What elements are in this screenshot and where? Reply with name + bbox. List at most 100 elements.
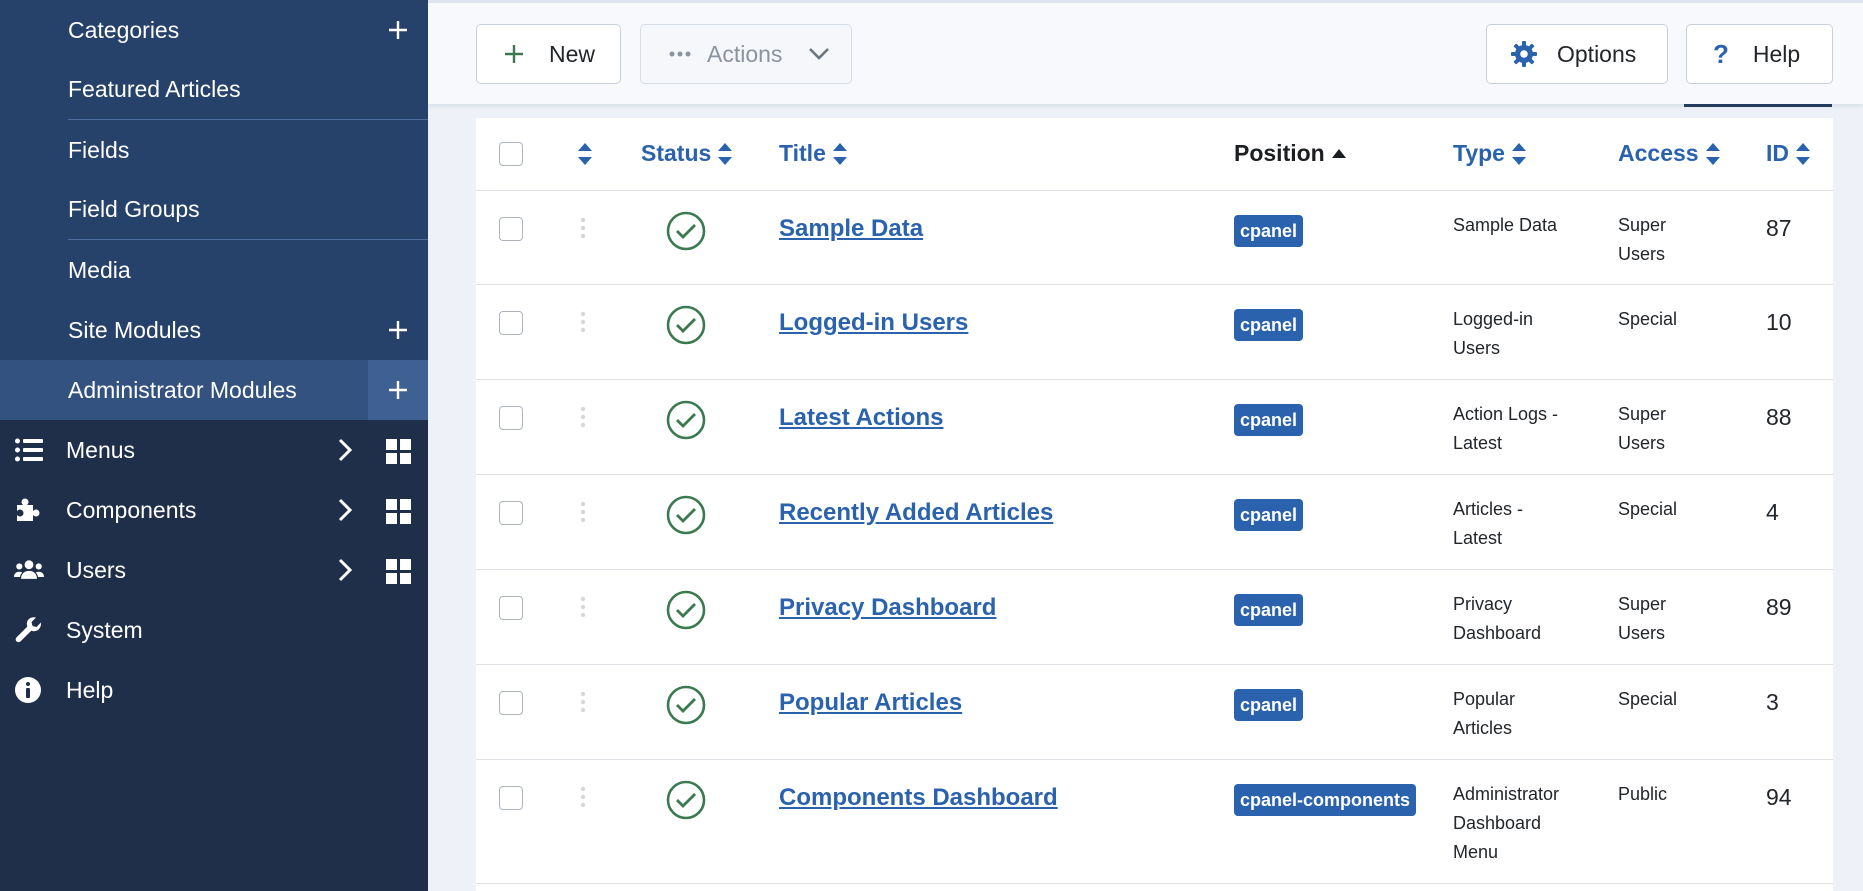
chevron-right-icon[interactable] <box>334 436 356 464</box>
select-all-checkbox[interactable] <box>499 142 523 166</box>
sidebar-item-media[interactable]: Media <box>0 240 428 300</box>
actions-dropdown[interactable]: Actions <box>640 24 852 84</box>
module-title-link[interactable]: Sample Data <box>779 215 923 243</box>
type-column-header[interactable]: Type <box>1453 140 1527 167</box>
access-column-header[interactable]: Access <box>1618 140 1721 167</box>
help-button[interactable]: ? Help <box>1686 24 1833 84</box>
sidebar-item-components[interactable]: Components <box>0 480 428 540</box>
id-header-label: ID <box>1766 140 1789 166</box>
table-row: Components Dashboard cpanel-components A… <box>476 760 1833 884</box>
published-check-icon[interactable] <box>666 211 706 251</box>
row-checkbox[interactable] <box>499 311 523 335</box>
content-submenu: Categories Featured Articles Fields Fiel… <box>0 0 428 420</box>
sidebar-item-site-modules[interactable]: Site Modules <box>0 300 428 360</box>
module-title-link[interactable]: Components Dashboard <box>779 784 1058 812</box>
dashboard-grid-icon[interactable] <box>386 439 412 465</box>
users-icon <box>14 555 48 585</box>
drag-handle-icon[interactable] <box>579 786 587 808</box>
type-header-label: Type <box>1453 140 1505 166</box>
sidebar-item-label: Menus <box>66 436 136 463</box>
drag-handle-icon[interactable] <box>579 311 587 333</box>
drag-handle-icon[interactable] <box>579 406 587 428</box>
title-column-header[interactable]: Title <box>779 140 848 167</box>
chevron-right-icon[interactable] <box>334 496 356 524</box>
status-column-header[interactable]: Status <box>641 140 733 167</box>
row-checkbox[interactable] <box>499 217 523 241</box>
id-column-header[interactable]: ID <box>1766 140 1811 167</box>
module-type: Sample Data <box>1453 211 1583 240</box>
table-row: Popular Articles cpanel Popular Articles … <box>476 665 1833 760</box>
sidebar-item-categories[interactable]: Categories <box>0 0 428 60</box>
question-icon: ? <box>1713 38 1729 69</box>
sort-icon <box>1705 142 1720 165</box>
dashboard-grid-icon[interactable] <box>386 559 412 585</box>
module-title-link[interactable]: Latest Actions <box>779 404 943 432</box>
published-check-icon[interactable] <box>666 590 706 630</box>
sort-icon <box>718 142 733 165</box>
access-line: Public <box>1618 784 1668 804</box>
add-category-icon[interactable] <box>368 0 428 60</box>
new-button[interactable]: New <box>476 24 621 84</box>
type-line: Action Logs - <box>1453 404 1559 424</box>
position-header-label: Position <box>1234 140 1325 166</box>
row-checkbox[interactable] <box>499 501 523 525</box>
published-check-icon[interactable] <box>666 305 706 345</box>
sidebar-item-label: Components <box>66 496 197 523</box>
sidebar-item-users[interactable]: Users <box>0 540 428 600</box>
module-type: Logged-in Users <box>1453 305 1583 363</box>
module-access: Special <box>1618 495 1718 524</box>
position-column-header[interactable]: Position <box>1234 140 1347 167</box>
ordering-sort-icon[interactable] <box>577 142 593 166</box>
module-type: Administrator Dashboard Menu <box>1453 780 1583 867</box>
access-line: Special <box>1618 309 1678 329</box>
position-badge: cpanel <box>1234 594 1304 626</box>
modules-table: Status Title Position Type Access ID Sam… <box>476 118 1833 891</box>
add-administrator-module-icon[interactable] <box>368 360 428 420</box>
access-line: Users <box>1618 623 1666 643</box>
module-title-link[interactable]: Popular Articles <box>779 689 962 717</box>
options-button[interactable]: Options <box>1486 24 1668 84</box>
module-id: 94 <box>1766 784 1792 810</box>
row-checkbox[interactable] <box>499 691 523 715</box>
type-line: Administrator <box>1453 784 1560 804</box>
module-type: Action Logs - Latest <box>1453 400 1583 458</box>
access-line: Special <box>1618 689 1678 709</box>
published-check-icon[interactable] <box>666 400 706 440</box>
drag-handle-icon[interactable] <box>579 691 587 713</box>
row-checkbox[interactable] <box>499 596 523 620</box>
title-header-label: Title <box>779 140 826 166</box>
access-header-label: Access <box>1618 140 1699 166</box>
sidebar-item-featured-articles[interactable]: Featured Articles <box>68 60 428 120</box>
published-check-icon[interactable] <box>666 780 706 820</box>
chevron-down-icon <box>809 48 830 60</box>
dashboard-grid-icon[interactable] <box>386 499 412 525</box>
sort-icon <box>1796 142 1810 165</box>
sidebar-item-field-groups[interactable]: Field Groups <box>68 180 428 240</box>
sidebar-item-menus[interactable]: Menus <box>0 420 428 480</box>
chevron-right-icon[interactable] <box>334 556 356 584</box>
sidebar-item-fields[interactable]: Fields <box>0 120 428 180</box>
module-id: 10 <box>1766 309 1792 335</box>
sidebar-item-label: Help <box>66 676 114 703</box>
row-checkbox[interactable] <box>499 786 523 810</box>
published-check-icon[interactable] <box>666 495 706 535</box>
module-title-link[interactable]: Logged-in Users <box>779 309 968 337</box>
type-line: Articles <box>1453 718 1513 738</box>
position-badge: cpanel <box>1234 499 1304 531</box>
module-title-link[interactable]: Recently Added Articles <box>779 499 1053 527</box>
drag-handle-icon[interactable] <box>579 501 587 523</box>
module-title-link[interactable]: Privacy Dashboard <box>779 594 996 622</box>
module-type: Popular Articles <box>1453 685 1583 743</box>
position-badge: cpanel <box>1234 215 1304 247</box>
add-site-module-icon[interactable] <box>368 300 428 360</box>
module-access: Super Users <box>1618 400 1718 458</box>
sidebar-item-administrator-modules[interactable]: Administrator Modules <box>0 360 428 420</box>
sidebar-item-help[interactable]: Help <box>0 660 428 720</box>
sidebar-item-system[interactable]: System <box>0 600 428 660</box>
drag-handle-icon[interactable] <box>579 596 587 618</box>
status-header-label: Status <box>641 140 712 166</box>
published-check-icon[interactable] <box>666 685 706 725</box>
row-checkbox[interactable] <box>499 406 523 430</box>
drag-handle-icon[interactable] <box>579 217 587 239</box>
type-line: Logged-in <box>1453 309 1534 329</box>
